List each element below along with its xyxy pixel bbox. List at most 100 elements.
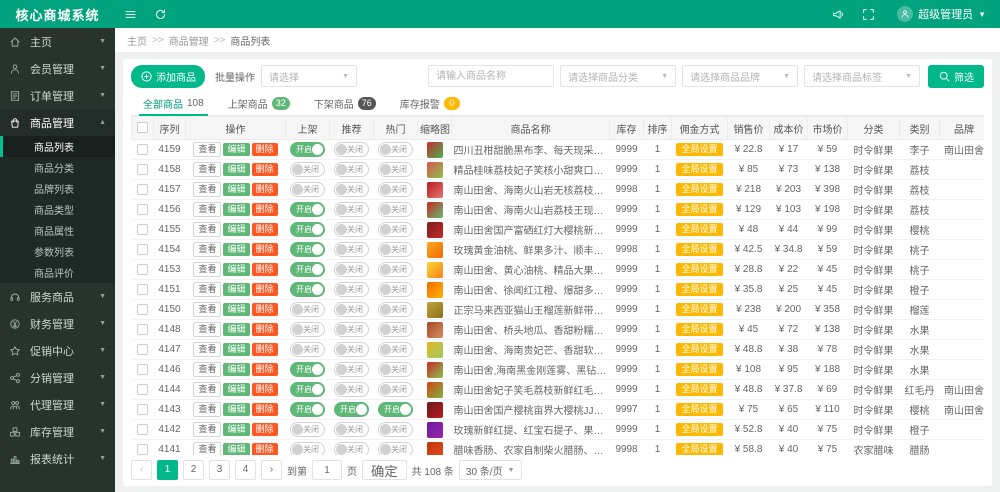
sidebar-item-1[interactable]: 会员管理▼	[0, 55, 115, 82]
shelf-toggle[interactable]: 开启	[290, 402, 325, 417]
page-button-2[interactable]: 2	[183, 460, 204, 480]
page-jump-input[interactable]	[312, 460, 342, 480]
shelf-toggle[interactable]: 开启	[290, 142, 325, 157]
fullscreen-button[interactable]	[853, 0, 883, 28]
page-button-3[interactable]: 3	[209, 460, 230, 480]
delete-button[interactable]: 删除	[252, 183, 278, 196]
delete-button[interactable]: 删除	[252, 223, 278, 236]
recommend-toggle[interactable]: 关闭	[334, 302, 369, 317]
commission-setting-button[interactable]: 全局设置	[676, 243, 722, 256]
confirm-button[interactable]: 确定	[362, 460, 407, 480]
edit-button[interactable]: 编辑	[223, 203, 249, 216]
view-button[interactable]: 查看	[193, 382, 221, 397]
edit-button[interactable]: 编辑	[223, 323, 249, 336]
commission-setting-button[interactable]: 全局设置	[676, 343, 722, 356]
view-button[interactable]: 查看	[193, 402, 221, 417]
edit-button[interactable]: 编辑	[223, 303, 249, 316]
view-button[interactable]: 查看	[193, 322, 221, 337]
edit-button[interactable]: 编辑	[223, 283, 249, 296]
row-checkbox[interactable]	[137, 264, 148, 275]
sidebar-item-4[interactable]: 服务商品▼	[0, 283, 115, 310]
hot-toggle[interactable]: 关闭	[378, 162, 413, 177]
view-button[interactable]: 查看	[193, 162, 221, 177]
hot-toggle[interactable]: 关闭	[378, 442, 413, 455]
view-button[interactable]: 查看	[193, 442, 221, 455]
commission-setting-button[interactable]: 全局设置	[676, 283, 722, 296]
row-checkbox[interactable]	[137, 324, 148, 335]
sidebar-item-3[interactable]: 商品管理▲	[0, 109, 115, 136]
add-product-button[interactable]: 添加商品	[131, 65, 205, 88]
sidebar-subitem[interactable]: 商品评价	[0, 262, 115, 283]
hot-toggle[interactable]: 关闭	[378, 262, 413, 277]
product-name-input[interactable]	[428, 65, 554, 87]
commission-setting-button[interactable]: 全局设置	[676, 303, 722, 316]
page-button-1[interactable]: 1	[157, 460, 178, 480]
sidebar-item-7[interactable]: 分销管理▼	[0, 364, 115, 391]
shelf-toggle[interactable]: 开启	[290, 382, 325, 397]
hot-toggle[interactable]: 关闭	[378, 282, 413, 297]
commission-setting-button[interactable]: 全局设置	[676, 163, 722, 176]
shelf-toggle[interactable]: 开启	[290, 222, 325, 237]
commission-setting-button[interactable]: 全局设置	[676, 183, 722, 196]
row-checkbox[interactable]	[137, 344, 148, 355]
row-checkbox[interactable]	[137, 284, 148, 295]
hot-toggle[interactable]: 关闭	[378, 202, 413, 217]
shelf-toggle[interactable]: 关闭	[290, 162, 325, 177]
hot-toggle[interactable]: 关闭	[378, 222, 413, 237]
row-checkbox[interactable]	[137, 224, 148, 235]
sidebar-item-6[interactable]: 促销中心▼	[0, 337, 115, 364]
row-checkbox[interactable]	[137, 204, 148, 215]
shelf-toggle[interactable]: 关闭	[290, 442, 325, 455]
edit-button[interactable]: 编辑	[223, 143, 249, 156]
shelf-toggle[interactable]: 关闭	[290, 342, 325, 357]
delete-button[interactable]: 删除	[252, 143, 278, 156]
recommend-toggle[interactable]: 关闭	[334, 222, 369, 237]
select-all-checkbox[interactable]	[137, 122, 148, 133]
delete-button[interactable]: 删除	[252, 363, 278, 376]
recommend-toggle[interactable]: 关闭	[334, 342, 369, 357]
edit-button[interactable]: 编辑	[223, 183, 249, 196]
commission-setting-button[interactable]: 全局设置	[676, 423, 722, 436]
announcement-button[interactable]	[823, 0, 853, 28]
view-button[interactable]: 查看	[193, 302, 221, 317]
row-checkbox[interactable]	[137, 184, 148, 195]
category-select[interactable]: 请选择商品分类 ▼	[560, 65, 676, 87]
tab-1[interactable]: 上架商品32	[216, 91, 302, 115]
delete-button[interactable]: 删除	[252, 323, 278, 336]
menu-toggle-button[interactable]	[115, 0, 145, 28]
edit-button[interactable]: 编辑	[223, 403, 249, 416]
batch-select[interactable]: 请选择 ▼	[261, 65, 357, 87]
view-button[interactable]: 查看	[193, 362, 221, 377]
recommend-toggle[interactable]: 开启	[334, 402, 369, 417]
hot-toggle[interactable]: 关闭	[378, 182, 413, 197]
hot-toggle[interactable]: 关闭	[378, 322, 413, 337]
edit-button[interactable]: 编辑	[223, 263, 249, 276]
tab-2[interactable]: 下架商品76	[302, 91, 388, 115]
recommend-toggle[interactable]: 关闭	[334, 142, 369, 157]
page-size-select[interactable]: 30 条/页▼	[459, 460, 522, 480]
filter-button[interactable]: 筛选	[928, 65, 984, 88]
edit-button[interactable]: 编辑	[223, 383, 249, 396]
delete-button[interactable]: 删除	[252, 343, 278, 356]
recommend-toggle[interactable]: 关闭	[334, 442, 369, 455]
edit-button[interactable]: 编辑	[223, 163, 249, 176]
delete-button[interactable]: 删除	[252, 443, 278, 455]
sidebar-item-8[interactable]: 代理管理▼	[0, 391, 115, 418]
view-button[interactable]: 查看	[193, 422, 221, 437]
shelf-toggle[interactable]: 开启	[290, 362, 325, 377]
recommend-toggle[interactable]: 关闭	[334, 422, 369, 437]
commission-setting-button[interactable]: 全局设置	[676, 203, 722, 216]
view-button[interactable]: 查看	[193, 202, 221, 217]
sidebar-subitem[interactable]: 商品分类	[0, 157, 115, 178]
row-checkbox[interactable]	[137, 304, 148, 315]
sidebar-subitem[interactable]: 参数列表	[0, 241, 115, 262]
edit-button[interactable]: 编辑	[223, 363, 249, 376]
breadcrumb-item[interactable]: 商品管理	[169, 33, 209, 48]
recommend-toggle[interactable]: 关闭	[334, 322, 369, 337]
edit-button[interactable]: 编辑	[223, 243, 249, 256]
shelf-toggle[interactable]: 开启	[290, 202, 325, 217]
recommend-toggle[interactable]: 关闭	[334, 162, 369, 177]
delete-button[interactable]: 删除	[252, 163, 278, 176]
delete-button[interactable]: 删除	[252, 303, 278, 316]
row-checkbox[interactable]	[137, 424, 148, 435]
